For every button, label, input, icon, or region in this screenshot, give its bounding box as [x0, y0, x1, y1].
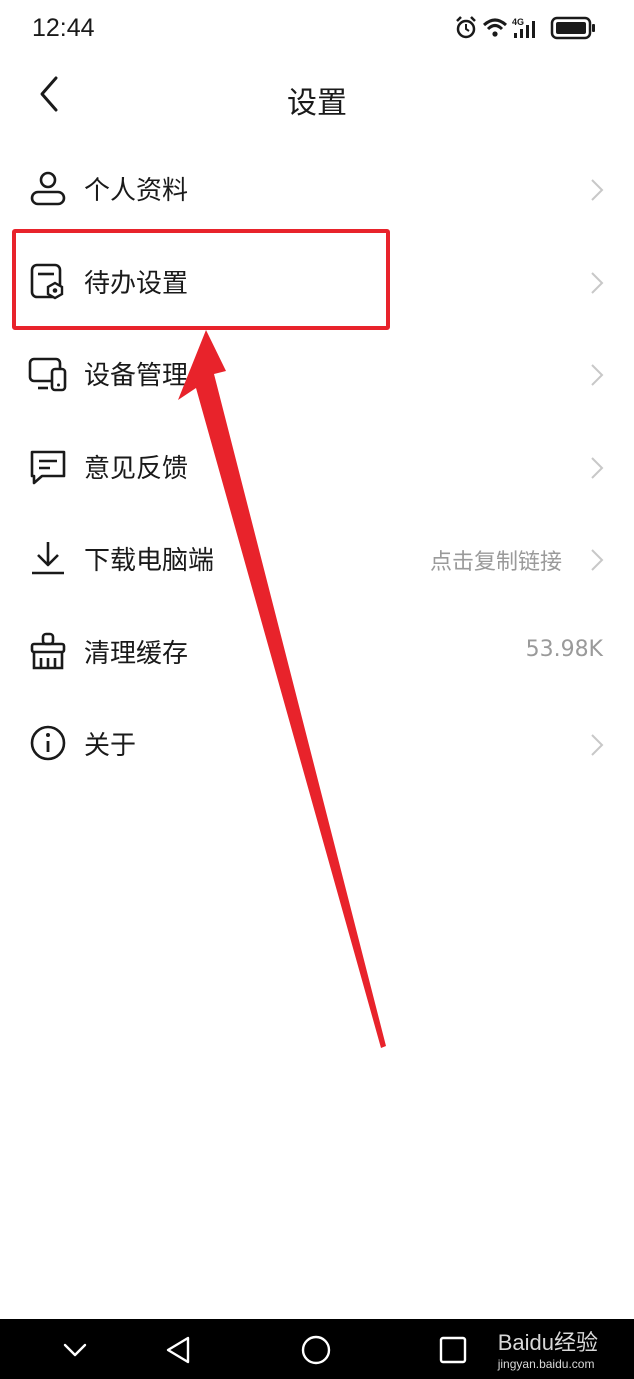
settings-item-label: 清理缓存 — [84, 638, 189, 669]
watermark: Baidu经验 jingyan.baidu.com — [498, 1325, 598, 1371]
settings-item-label: 下载电脑端 — [84, 546, 215, 576]
watermark-brand: Baidu经验 — [497, 1330, 598, 1355]
nav-back-icon[interactable] — [162, 1335, 196, 1365]
user-icon — [30, 171, 66, 206]
chevron-right-icon — [591, 734, 604, 756]
chevron-right-icon — [591, 271, 604, 294]
status-icons: 4G — [454, 14, 604, 42]
watermark-url: jingyan.baidu.com — [497, 1357, 595, 1371]
copy-link-text[interactable]: 点击复制链接 — [430, 544, 562, 576]
highlight-box — [12, 229, 390, 330]
download-icon — [32, 542, 64, 575]
chevron-right-icon — [591, 549, 604, 571]
settings-item-feedback[interactable]: 意见反馈 — [0, 420, 634, 513]
page-title: 设置 — [287, 86, 347, 121]
cache-size: 53.98K — [525, 636, 603, 662]
chevron-right-icon — [591, 456, 604, 479]
status-time: 12:44 — [32, 14, 95, 42]
alarm-icon — [456, 16, 476, 39]
battery-icon — [550, 16, 595, 40]
settings-item-clear-cache[interactable]: 清理缓存 53.98K — [0, 605, 634, 698]
chevron-right-icon — [591, 179, 604, 201]
settings-item-devices[interactable]: 设备管理 — [0, 327, 634, 420]
settings-item-download[interactable]: 下载电脑端 点击复制链接 — [0, 512, 634, 605]
settings-item-label: 个人资料 — [84, 176, 189, 206]
feedback-icon — [30, 450, 66, 484]
nav-recents-icon[interactable] — [436, 1335, 470, 1365]
settings-item-profile[interactable]: 个人资料 — [0, 142, 634, 235]
wifi-icon — [482, 18, 508, 37]
nav-down-icon[interactable] — [58, 1335, 92, 1365]
broom-icon — [30, 632, 66, 669]
chevron-right-icon — [591, 364, 604, 386]
settings-item-label: 设备管理 — [84, 361, 189, 391]
settings-item-about[interactable]: 关于 — [0, 697, 634, 790]
status-bar: 12:44 4G — [0, 0, 634, 58]
settings-item-label: 意见反馈 — [84, 453, 189, 484]
nav-bar: Baidu经验 jingyan.baidu.com — [0, 1319, 634, 1379]
info-icon — [30, 725, 66, 761]
nav-home-icon[interactable] — [299, 1335, 333, 1365]
network-badge: 4G — [512, 17, 524, 27]
settings-item-label: 关于 — [84, 731, 137, 761]
devices-icon — [28, 357, 67, 392]
top-bar: 设置 — [0, 62, 634, 134]
